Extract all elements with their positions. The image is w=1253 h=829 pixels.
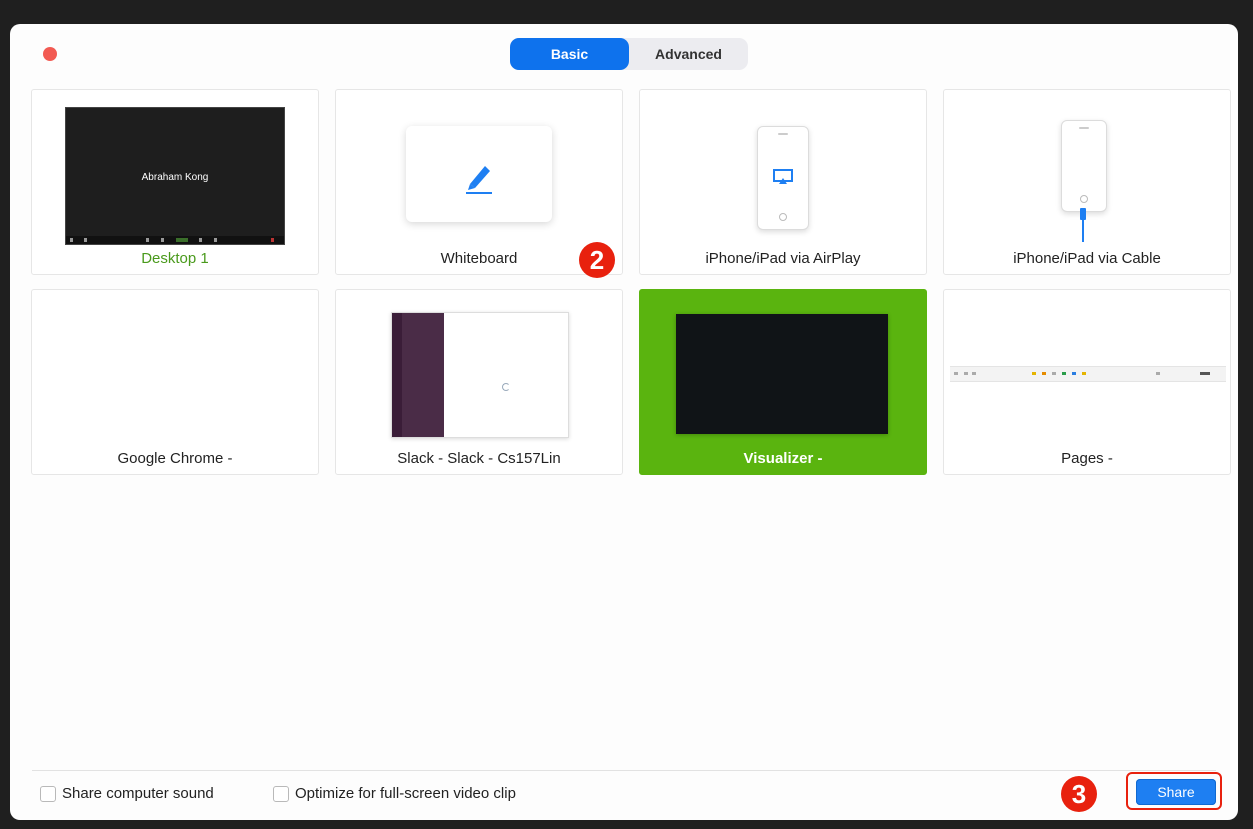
desktop-thumbnail-name: Abraham Kong [141,172,209,183]
tab-advanced[interactable]: Advanced [629,38,748,70]
share-tile-google-chrome[interactable]: Google Chrome - [31,289,319,475]
airplay-icon [773,169,793,184]
lightning-cable-icon [1080,208,1086,242]
pages-thumbnail [950,366,1226,382]
optimize-video-option[interactable]: Optimize for full-screen video clip [273,785,516,802]
tab-bar: Basic Advanced [510,38,748,70]
share-tile-cable[interactable]: iPhone/iPad via Cable [943,89,1231,275]
share-button[interactable]: Share [1136,779,1216,805]
visualizer-thumbnail [676,314,888,434]
step-2-annotation: 2 [579,242,615,278]
share-tile-visualizer[interactable]: Visualizer - [639,289,927,475]
tile-label: Google Chrome - [117,450,233,467]
step-3-annotation: 3 [1061,776,1097,812]
pen-icon [466,166,492,194]
share-sound-checkbox[interactable] [40,785,56,802]
optimize-video-checkbox[interactable] [273,785,289,802]
share-sound-label: Share computer sound [62,785,214,802]
tile-label: iPhone/iPad via AirPlay [705,250,861,267]
iphone-thumbnail [1061,120,1107,212]
share-screen-window: Basic Advanced Abraham Kong Desktop 1 Wh… [10,24,1238,820]
share-sound-option[interactable]: Share computer sound [40,785,214,802]
share-tile-slack[interactable]: Slack - Slack - Cs157Lin [335,289,623,475]
whiteboard-thumbnail [406,126,552,222]
tile-label: Visualizer - [743,450,823,467]
iphone-thumbnail [757,126,809,230]
desktop-thumbnail-toolbar [66,236,284,244]
tile-label: Slack - Slack - Cs157Lin [397,450,561,467]
close-icon[interactable] [43,47,57,61]
optimize-video-label: Optimize for full-screen video clip [295,785,516,802]
slack-thumbnail [391,312,569,438]
tile-label: Desktop 1 [141,250,209,267]
share-tile-pages[interactable]: Pages - [943,289,1231,475]
tile-label: iPhone/iPad via Cable [1013,250,1161,267]
share-tile-airplay[interactable]: iPhone/iPad via AirPlay [639,89,927,275]
share-tile-whiteboard[interactable]: Whiteboard [335,89,623,275]
footer-divider [32,770,1216,771]
desktop-thumbnail: Abraham Kong [65,107,285,245]
tile-label: Pages - [1061,450,1113,467]
tab-basic[interactable]: Basic [510,38,629,70]
share-tile-desktop-1[interactable]: Abraham Kong Desktop 1 [31,89,319,275]
